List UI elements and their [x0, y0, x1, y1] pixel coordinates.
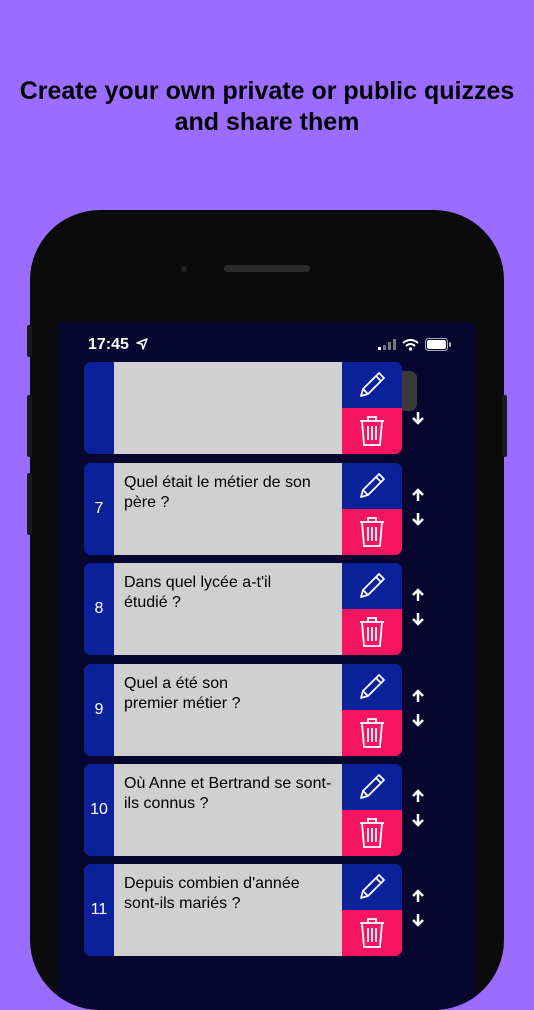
- question-text[interactable]: Quel était le métier de son père ?: [114, 463, 342, 555]
- wifi-icon: [402, 338, 419, 351]
- delete-button[interactable]: [342, 408, 402, 454]
- question-text[interactable]: Depuis combien d'année sont-ils mariés ?: [114, 864, 342, 956]
- mute-switch: [27, 325, 32, 357]
- edit-button[interactable]: [342, 563, 402, 609]
- question-row: [84, 362, 444, 454]
- move-down-icon[interactable]: [410, 912, 426, 928]
- move-up-icon[interactable]: [410, 788, 426, 804]
- reorder-controls: [410, 587, 434, 631]
- question-number: 8: [84, 563, 114, 655]
- move-down-icon[interactable]: [410, 611, 426, 627]
- location-arrow-icon: [136, 338, 148, 350]
- reorder-controls: [410, 386, 434, 430]
- question-number: 10: [84, 764, 114, 856]
- edit-button[interactable]: [342, 864, 402, 910]
- pencil-icon: [360, 473, 385, 498]
- app-screen: 17:45 7 Quel était le métier de son père…: [58, 322, 476, 1010]
- edit-button[interactable]: [342, 463, 402, 509]
- phone-frame: 17:45 7 Quel était le métier de son père…: [30, 210, 504, 1010]
- trash-icon: [360, 818, 384, 848]
- question-row: 8 Dans quel lycée a-t'il étudié ?: [84, 563, 444, 655]
- delete-button[interactable]: [342, 710, 402, 756]
- status-indicators: [378, 338, 452, 351]
- reorder-controls: [410, 688, 434, 732]
- trash-icon: [360, 416, 384, 446]
- move-up-icon[interactable]: [410, 587, 426, 603]
- edit-button[interactable]: [342, 764, 402, 810]
- question-row: 9 Quel a été son premier métier ?: [84, 664, 444, 756]
- headline: Create your own private or public quizze…: [19, 77, 515, 136]
- question-number: [84, 362, 114, 454]
- move-down-icon[interactable]: [410, 812, 426, 828]
- move-down-icon[interactable]: [410, 712, 426, 728]
- question-number: 9: [84, 664, 114, 756]
- delete-button[interactable]: [342, 609, 402, 655]
- move-up-icon[interactable]: [410, 487, 426, 503]
- pencil-icon: [360, 674, 385, 699]
- move-up-icon[interactable]: [410, 688, 426, 704]
- trash-icon: [360, 517, 384, 547]
- reorder-controls: [410, 788, 434, 832]
- question-text[interactable]: Quel a été son premier métier ?: [114, 664, 342, 756]
- question-row: 11 Depuis combien d'année sont-ils marié…: [84, 864, 444, 956]
- front-camera: [181, 266, 187, 272]
- question-text[interactable]: Où Anne et Bertrand se sont-ils connus ?: [114, 764, 342, 856]
- reorder-controls: [410, 888, 434, 932]
- power-button: [502, 395, 507, 457]
- volume-up-button: [27, 395, 32, 457]
- edit-button[interactable]: [342, 362, 402, 408]
- question-text[interactable]: [114, 362, 342, 454]
- trash-icon: [360, 918, 384, 948]
- edit-button[interactable]: [342, 664, 402, 710]
- trash-icon: [360, 617, 384, 647]
- question-row: 10 Où Anne et Bertrand se sont-ils connu…: [84, 764, 444, 856]
- question-row: 7 Quel était le métier de son père ?: [84, 463, 444, 555]
- question-number: 11: [84, 864, 114, 956]
- question-number: 7: [84, 463, 114, 555]
- pencil-icon: [360, 874, 385, 899]
- status-time: 17:45: [88, 336, 129, 353]
- speaker: [224, 265, 310, 272]
- volume-down-button: [27, 473, 32, 535]
- delete-button[interactable]: [342, 910, 402, 956]
- signal-icon: [378, 339, 396, 350]
- pencil-icon: [360, 573, 385, 598]
- trash-icon: [360, 718, 384, 748]
- delete-button[interactable]: [342, 810, 402, 856]
- delete-button[interactable]: [342, 509, 402, 555]
- question-text[interactable]: Dans quel lycée a-t'il étudié ?: [114, 563, 342, 655]
- reorder-controls: [410, 487, 434, 531]
- move-down-icon[interactable]: [410, 410, 426, 426]
- pencil-icon: [360, 774, 385, 799]
- move-up-icon[interactable]: [410, 888, 426, 904]
- battery-icon: [425, 338, 451, 351]
- pencil-icon: [360, 372, 385, 397]
- move-down-icon[interactable]: [410, 511, 426, 527]
